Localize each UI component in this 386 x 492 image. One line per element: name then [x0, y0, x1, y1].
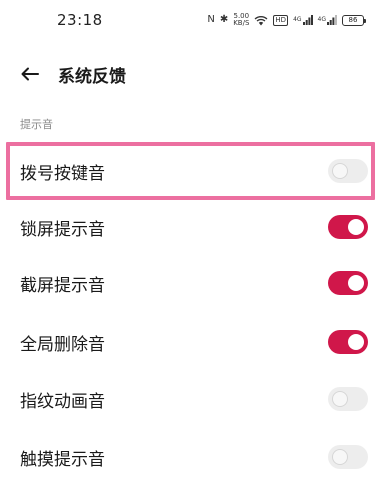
nfc-icon: N: [207, 14, 215, 25]
lock-screen-sound-toggle[interactable]: [328, 215, 368, 239]
toggle-knob: [332, 449, 348, 465]
toggle-knob: [332, 391, 348, 407]
status-bar: 23:18 N ✱ 5.00 KB/S HD 4G 4G 86: [0, 0, 386, 40]
status-icons: N ✱ 5.00 KB/S HD 4G 4G 86: [207, 11, 366, 29]
setting-row-global-delete-sound[interactable]: 全局删除音: [0, 313, 386, 371]
setting-label: 锁屏提示音: [20, 220, 105, 240]
toggle-knob: [348, 334, 364, 350]
toggle-knob: [348, 219, 364, 235]
signal-network-type-2: 4G: [317, 16, 326, 23]
setting-label: 截屏提示音: [20, 276, 105, 296]
toggle-knob: [332, 163, 348, 179]
section-label-sounds: 提示音: [20, 118, 53, 131]
dial-keypad-sound-toggle[interactable]: [328, 159, 368, 183]
setting-row-touch-sound[interactable]: 触摸提示音: [0, 428, 386, 486]
setting-row-dial-keypad-sound[interactable]: 拨号按键音: [0, 142, 386, 200]
setting-row-fingerprint-animation-sound[interactable]: 指纹动画音: [0, 370, 386, 428]
page-header: 系统反馈: [0, 52, 386, 96]
setting-label: 指纹动画音: [20, 392, 105, 412]
network-speed-unit: KB/S: [233, 19, 250, 27]
fingerprint-animation-sound-toggle[interactable]: [328, 387, 368, 411]
signal-icon-2: 4G: [318, 15, 337, 25]
hd-icon: HD: [273, 14, 289, 26]
wifi-icon: [254, 15, 268, 26]
screenshot-sound-toggle[interactable]: [328, 271, 368, 295]
bluetooth-icon: ✱: [219, 14, 229, 25]
page-title: 系统反馈: [58, 67, 126, 87]
status-time: 23:18: [57, 11, 103, 29]
signal-network-type: 4G: [293, 16, 302, 23]
signal-icon: 4G: [293, 15, 313, 25]
setting-label: 全局删除音: [20, 335, 105, 355]
back-button[interactable]: [16, 60, 44, 88]
touch-sound-toggle[interactable]: [328, 445, 368, 469]
global-delete-sound-toggle[interactable]: [328, 330, 368, 354]
toggle-knob: [348, 275, 364, 291]
setting-label: 拨号按键音: [20, 164, 105, 184]
battery-icon: 86: [342, 14, 366, 26]
network-speed: 5.00 KB/S: [233, 13, 249, 27]
setting-label: 触摸提示音: [20, 450, 105, 470]
arrow-left-icon: [21, 67, 39, 81]
setting-row-lock-screen-sound[interactable]: 锁屏提示音: [0, 198, 386, 256]
setting-row-screenshot-sound[interactable]: 截屏提示音: [0, 254, 386, 312]
